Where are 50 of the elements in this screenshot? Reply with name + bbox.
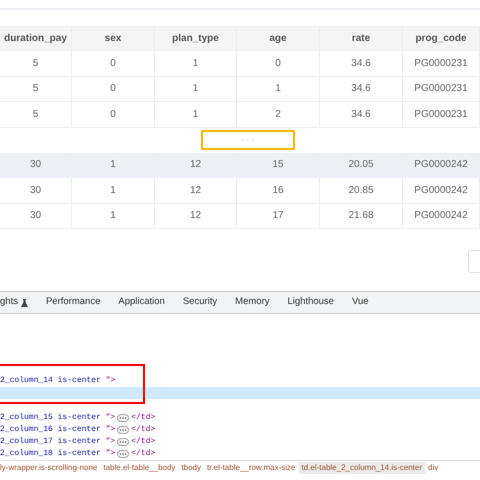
code-line[interactable]: 2_column_17 is-center "> [0,436,116,448]
breadcrumb[interactable]: table.el-table__body [100,462,178,474]
code-line[interactable]: 2_column_15 is-center "> [0,412,116,424]
ellipsis-icon[interactable] [117,414,130,422]
devtools-tab[interactable]: Vue [342,292,378,313]
column-header: prog_code [403,26,480,51]
table-cell: 2 [237,102,320,128]
breadcrumb[interactable]: ly-wrapper.is-scrolling-none [0,462,100,474]
devtools-tab[interactable]: Lighthouse [278,292,343,313]
ellipsis-icon[interactable] [117,426,130,434]
code-line[interactable]: 2_column_18 is-center "> [0,448,116,460]
closing-tag: </td> [131,412,156,424]
devtools-tab[interactable]: Memory [226,292,278,313]
table-cell: 5 [0,102,72,128]
closing-tag: </td> [131,436,156,448]
ellipsis-icon[interactable] [117,450,130,458]
breadcrumb[interactable]: tbody [178,462,204,474]
column-header: duration_pay [0,26,72,51]
table-row[interactable]: 30 1 12 15 20.05 PG0000242 [0,152,480,178]
table-cell: 21.68 [320,204,403,229]
breadcrumb[interactable]: div [425,462,442,474]
table-row[interactable]: 5 0 1 2 34.6 PG0000231 [0,102,480,128]
table-row[interactable]: 5 0 1 0 34.6 PG0000231 [0,51,480,76]
devtools-tab[interactable]: ghts [0,292,37,313]
table-row[interactable]: 30 1 12 17 21.68 PG0000242 [0,204,480,229]
table-cell: 34.6 [320,102,403,128]
table-cell: PG0000242 [403,204,480,229]
table-cell: 12 [155,204,237,229]
column-header: age [237,26,320,51]
column-header: sex [72,26,155,51]
table-cell: 30 [0,204,72,229]
column-header: rate [320,26,403,51]
column-header: plan_type [155,26,237,51]
table-cell: PG0000231 [403,102,480,128]
table-cell: 17 [237,204,320,229]
breadcrumb[interactable]: td.el-table_2_column_14.is-center [298,462,426,474]
ellipsis-icon[interactable] [117,438,130,446]
table-cell: 0 [72,102,155,128]
breadcrumb[interactable]: tr.el-table__row.max-size [204,462,298,474]
table-cell: 1 [72,204,155,229]
table-cell: 1 [155,102,237,128]
code-line[interactable]: 2_column_16 is-center "> [0,424,116,436]
code-line[interactable]: 2_column_14 is-center "> [0,375,116,387]
devtools-tab[interactable]: Application [109,292,174,313]
closing-tag: </td> [131,448,156,460]
table-row[interactable]: 5 0 1 1 34.6 PG0000231 [0,76,480,102]
closing-tag: </td> [131,424,156,436]
devtools-tab[interactable]: Security [174,292,226,313]
table-row[interactable]: 30 1 12 16 20.85 PG0000242 [0,178,480,204]
devtools-tab[interactable]: Performance [36,292,110,313]
